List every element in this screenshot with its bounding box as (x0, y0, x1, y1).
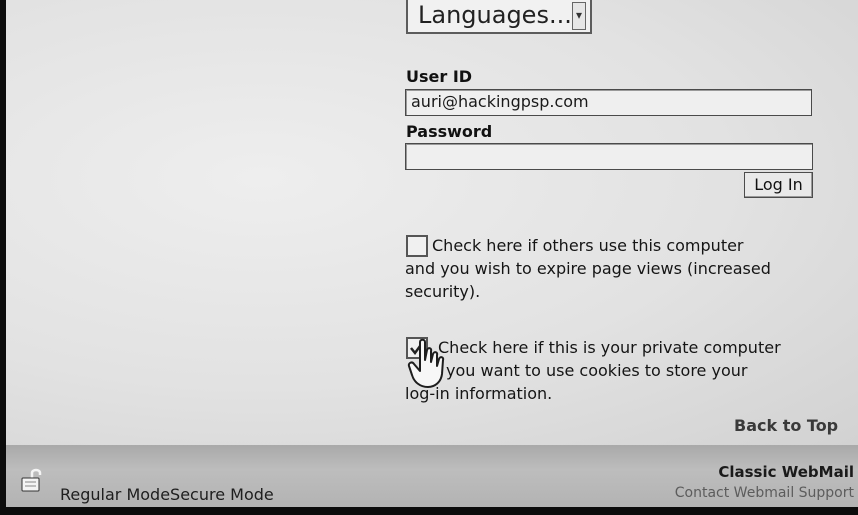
shared-computer-checkbox[interactable] (406, 235, 428, 257)
login-button[interactable]: Log In (744, 172, 813, 198)
private-computer-text-line2: you want to use cookies to store your (446, 361, 748, 380)
shared-computer-text-line3: security). (405, 282, 481, 301)
chevron-down-icon[interactable]: ▾ (572, 2, 586, 30)
device-screen: Languages... ▾ User ID auri@hackingpsp.c… (0, 0, 858, 515)
user-id-field[interactable]: auri@hackingpsp.com (405, 89, 812, 116)
footer-bar: Regular ModeSecure Mode Classic WebMail … (6, 445, 858, 507)
lock-icon (21, 468, 42, 492)
brand-name: Classic WebMail (718, 463, 854, 481)
password-label: Password (406, 122, 493, 141)
shared-computer-text-line1: Check here if others use this computer (432, 236, 744, 255)
back-to-top-link[interactable]: Back to Top (734, 416, 838, 435)
language-select-value: Languages... (418, 1, 572, 29)
password-field[interactable] (405, 143, 813, 170)
shared-computer-text-line2: and you wish to expire page views (incre… (405, 259, 771, 278)
mode-switch-links[interactable]: Regular ModeSecure Mode (60, 485, 274, 504)
support-links[interactable]: Contact Webmail Support (675, 485, 854, 501)
private-computer-text-line1: Check here if this is your private compu… (438, 338, 781, 357)
hand-pointer-icon (407, 338, 445, 388)
language-select[interactable]: Languages... ▾ (406, 0, 592, 34)
user-id-label: User ID (406, 67, 473, 86)
login-page: Languages... ▾ User ID auri@hackingpsp.c… (6, 0, 858, 445)
